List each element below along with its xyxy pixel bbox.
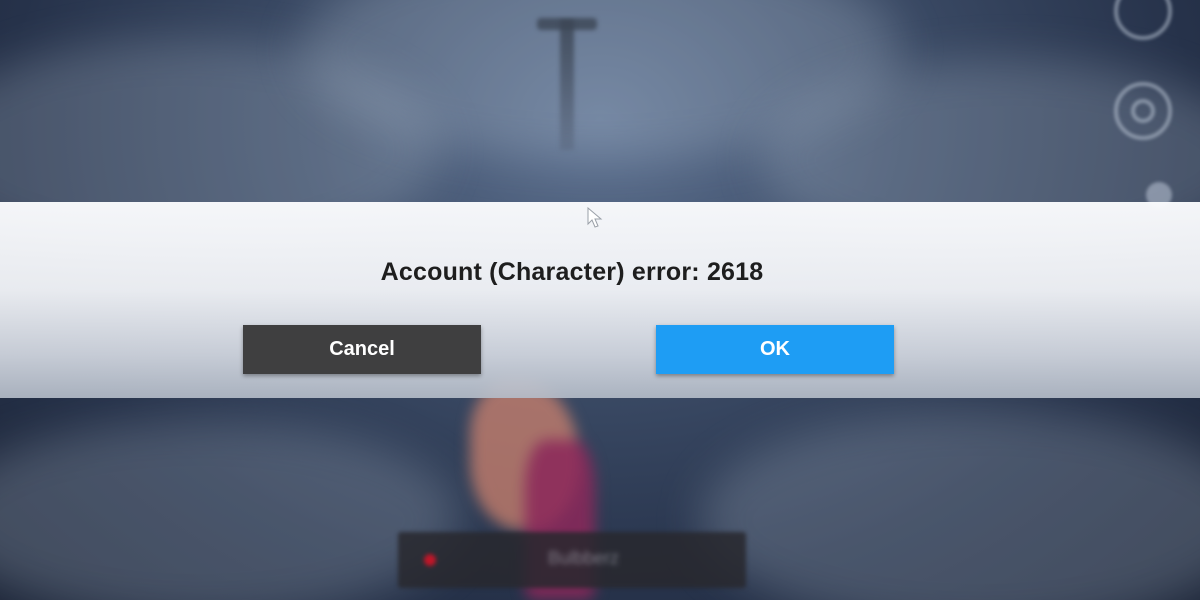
bottom-bar-label: Bulbberz (548, 548, 620, 568)
ok-button[interactable]: OK (656, 325, 894, 374)
cloud-decoration (0, 420, 460, 600)
circle-icon[interactable] (1114, 0, 1172, 40)
cloud-decoration (700, 410, 1200, 600)
mouse-pointer-icon (587, 207, 603, 228)
error-dialog: Account (Character) error: 2618 Cancel O… (0, 202, 1200, 398)
error-message: Account (Character) error: 2618 (380, 258, 764, 286)
gear-icon[interactable] (1114, 82, 1172, 140)
bottom-bar[interactable]: Bulbberz (398, 532, 746, 588)
game-background: Bulbberz Account (Character) error: 2618… (0, 0, 1200, 600)
record-dot-icon (424, 554, 436, 566)
tower-silhouette (560, 20, 574, 150)
cancel-button[interactable]: Cancel (243, 325, 481, 374)
